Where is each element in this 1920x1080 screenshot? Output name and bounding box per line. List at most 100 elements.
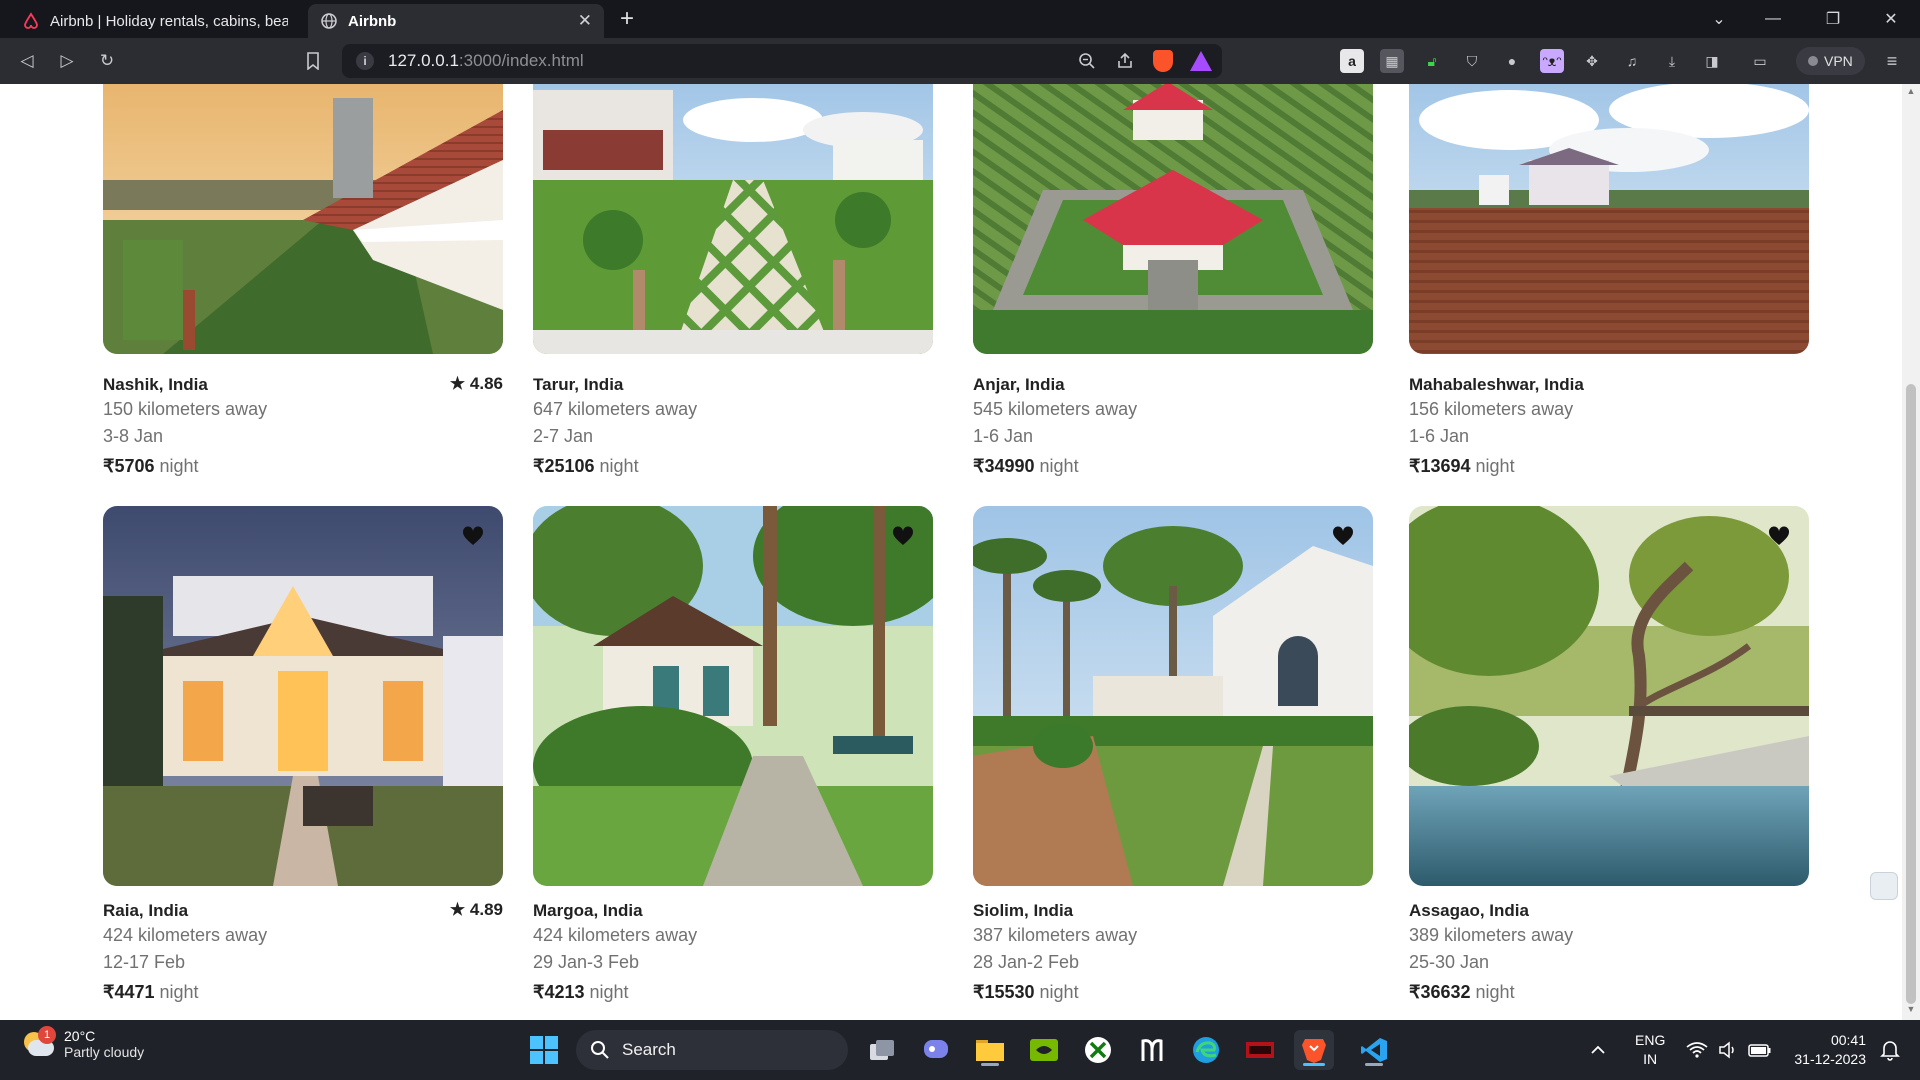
listing-photo[interactable] (973, 84, 1373, 354)
price-amount: ₹4213 (533, 982, 585, 1002)
favorite-heart-icon[interactable] (891, 524, 915, 548)
task-view-icon[interactable] (862, 1030, 902, 1070)
scroll-down-icon[interactable]: ▼ (1906, 1004, 1916, 1018)
close-window-button[interactable]: ✕ (1862, 0, 1920, 38)
brave-shields-icon[interactable] (1152, 50, 1174, 72)
vpn-button[interactable]: VPN (1796, 47, 1865, 75)
edge-icon[interactable] (1186, 1030, 1226, 1070)
share-icon[interactable] (1114, 50, 1136, 72)
listing-photo[interactable] (533, 506, 933, 886)
listing-distance: 424 kilometers away (533, 925, 698, 945)
taskbar: 1 20°C Partly cloudy Search ENG IN 00:41… (0, 1020, 1920, 1080)
close-tab-icon[interactable]: ✕ (578, 11, 592, 31)
minimize-button[interactable]: — (1744, 0, 1802, 38)
side-panel-button[interactable] (1870, 872, 1898, 900)
media-music-icon[interactable]: ♫ (1620, 49, 1644, 73)
page-scrollbar[interactable]: ▲ ▼ (1902, 84, 1920, 1020)
listing-location: Margoa, India (533, 901, 643, 920)
brave-rewards-icon[interactable] (1190, 50, 1212, 72)
favorite-heart-icon[interactable] (1331, 524, 1355, 548)
listing-rating: ★ 4.89 (450, 900, 503, 920)
taskbar-search[interactable]: Search (576, 1030, 848, 1070)
lang-region: IN (1643, 1051, 1658, 1067)
price-unit: night (1039, 982, 1079, 1002)
vscode-icon[interactable] (1354, 1030, 1394, 1070)
listing-distance: 150 kilometers away (103, 399, 268, 419)
star-icon: ★ (449, 900, 466, 919)
weather-temp: 20°C (64, 1028, 96, 1044)
globe-icon (321, 13, 337, 29)
listing-price: ₹34990 night (973, 450, 1373, 482)
restore-button[interactable]: ❐ (1804, 0, 1862, 38)
taskbar-clock[interactable]: 00:41 31-12-2023 (1794, 1031, 1866, 1069)
listing-info: Assagao, India 389 kilometers away 25-30… (1409, 900, 1809, 1008)
forward-icon[interactable]: ▷ (54, 48, 80, 74)
new-tab-button[interactable]: + (620, 4, 634, 34)
search-icon (591, 1041, 609, 1059)
volume-icon (1719, 1041, 1734, 1059)
scrollbar-thumb[interactable] (1906, 384, 1916, 1004)
airbnb-logo-icon (24, 12, 38, 29)
listing-photo[interactable] (533, 84, 933, 354)
xbox-icon[interactable] (1078, 1030, 1118, 1070)
extension-a-icon[interactable]: a (1340, 49, 1364, 73)
extension-lock-icon[interactable]: 🔓︎ (1420, 49, 1444, 73)
menu-hamburger-icon[interactable]: ≡ (1880, 49, 1904, 73)
clock-time: 00:41 (1830, 1032, 1866, 1048)
listing-location: Assagao, India (1409, 901, 1529, 920)
favorite-heart-icon[interactable] (461, 524, 485, 548)
listing-distance: 424 kilometers away (103, 925, 268, 945)
zoom-icon[interactable] (1076, 50, 1098, 72)
bookmark-icon[interactable] (300, 48, 326, 74)
browser-toolbar: ◁ ▷ ↻ i 127.0.0.1:3000/index.html a ▦ 🔓︎… (0, 38, 1920, 84)
listing-price: ₹25106 night (533, 450, 933, 482)
favorite-heart-icon[interactable] (1767, 524, 1791, 548)
tab-airbnb-holiday[interactable]: Airbnb | Holiday rentals, cabins, beach (10, 4, 300, 38)
notification-bell-icon[interactable] (1880, 1020, 1900, 1080)
system-tray[interactable] (1686, 1020, 1772, 1080)
extension-face-icon[interactable]: ᵔᴥᵔ (1540, 49, 1564, 73)
nvidia-icon[interactable] (1024, 1030, 1064, 1070)
listing-dates: 12-17 Feb (103, 952, 186, 972)
listing-photo[interactable] (103, 84, 503, 354)
address-bar[interactable]: i 127.0.0.1:3000/index.html (342, 44, 1222, 78)
listing-distance: 545 kilometers away (973, 399, 1138, 419)
sidebar-toggle-icon[interactable]: ◨ (1700, 49, 1724, 73)
listing-photo[interactable] (103, 506, 503, 886)
site-info-icon[interactable]: i (356, 52, 374, 70)
notion-n-icon[interactable] (1132, 1030, 1172, 1070)
extension-image-icon[interactable]: ▦ (1380, 49, 1404, 73)
listing-photo[interactable] (1409, 84, 1809, 354)
listing-info: Mahabaleshwar, India 156 kilometers away… (1409, 374, 1809, 482)
price-amount: ₹36632 (1409, 982, 1471, 1002)
wallet-icon[interactable]: ▭ (1748, 49, 1772, 73)
file-explorer-icon[interactable] (970, 1030, 1010, 1070)
listing-dates: 1-6 Jan (973, 426, 1034, 446)
rating-value: 4.89 (469, 900, 503, 919)
game-app-icon[interactable] (1240, 1030, 1280, 1070)
scroll-up-icon[interactable]: ▲ (1906, 86, 1916, 100)
price-amount: ₹25106 (533, 456, 595, 476)
extension-shield-icon[interactable]: ⛉ (1460, 49, 1484, 73)
clock-date: 31-12-2023 (1794, 1051, 1866, 1067)
tab-list-chevron-icon[interactable]: ⌄ (1690, 0, 1748, 38)
extension-grenade-icon[interactable]: ● (1500, 49, 1524, 73)
listing-price: ₹36632 night (1409, 976, 1809, 1008)
back-icon[interactable]: ◁ (14, 48, 40, 74)
downloads-icon[interactable]: ⤓ (1660, 49, 1684, 73)
listing-price: ₹5706 night (103, 450, 503, 482)
tab-airbnb[interactable]: Airbnb ✕ (308, 4, 604, 38)
chat-app-icon[interactable] (916, 1030, 956, 1070)
weather-widget[interactable]: 1 20°C Partly cloudy (22, 1026, 145, 1060)
price-unit: night (589, 982, 629, 1002)
listing-photo[interactable] (1409, 506, 1809, 886)
input-language[interactable]: ENG IN (1635, 1031, 1665, 1069)
reload-icon[interactable]: ↻ (94, 48, 120, 74)
windows-start-icon[interactable] (524, 1030, 564, 1070)
extensions-puzzle-icon[interactable]: ✥ (1580, 49, 1604, 73)
brave-browser-icon[interactable] (1294, 1030, 1334, 1070)
tray-chevron-icon[interactable] (1590, 1020, 1606, 1080)
listing-dates: 29 Jan-3 Feb (533, 952, 640, 972)
listing-photo[interactable] (973, 506, 1373, 886)
weather-desc: Partly cloudy (64, 1044, 145, 1060)
